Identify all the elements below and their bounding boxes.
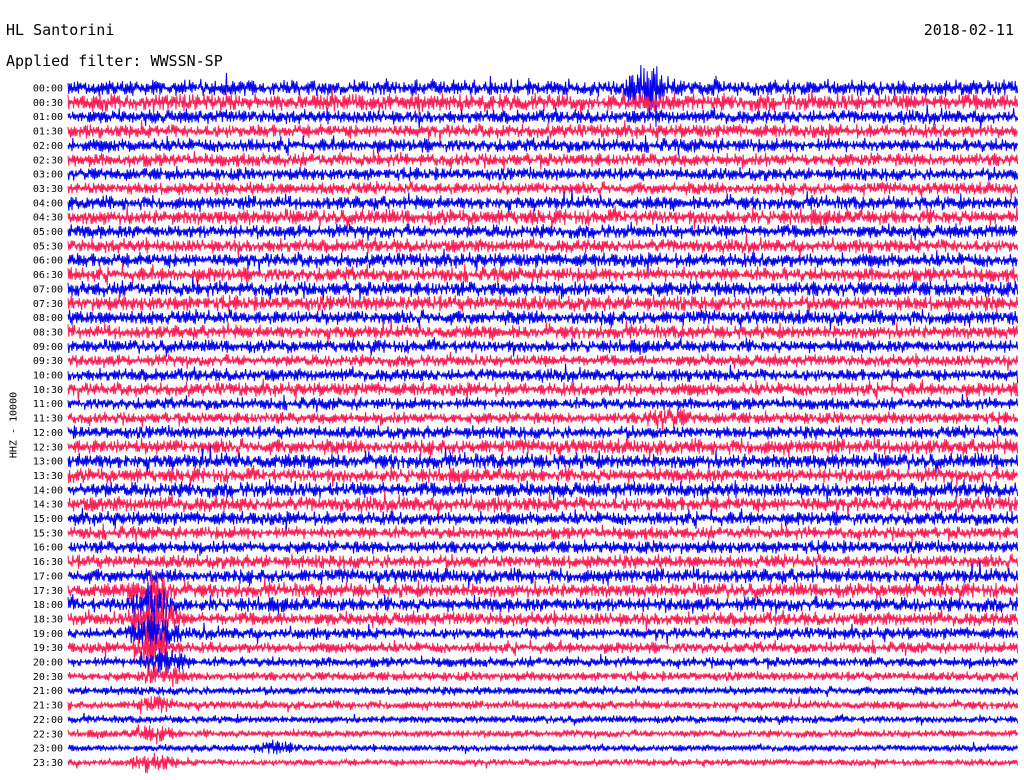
time-label-0500: 05:00 bbox=[33, 227, 63, 238]
time-label-0930: 09:30 bbox=[33, 356, 63, 367]
trace-0400 bbox=[67, 189, 1019, 216]
trace-1100 bbox=[67, 394, 1019, 413]
trace-1300 bbox=[67, 445, 1019, 476]
trace-1530 bbox=[67, 522, 1019, 543]
time-label-1330: 13:30 bbox=[33, 471, 63, 482]
time-label-1600: 16:00 bbox=[33, 543, 63, 554]
time-label-1430: 14:30 bbox=[33, 500, 63, 511]
time-label-0800: 08:00 bbox=[33, 313, 63, 324]
time-label-2300: 23:00 bbox=[33, 744, 63, 755]
trace-0230 bbox=[67, 148, 1019, 171]
trace-1430 bbox=[67, 490, 1019, 518]
trace-2130 bbox=[67, 695, 1019, 715]
time-label-1100: 11:00 bbox=[33, 399, 63, 410]
time-label-0100: 01:00 bbox=[33, 112, 63, 123]
time-label-2200: 22:00 bbox=[33, 715, 63, 726]
time-label-1000: 10:00 bbox=[33, 371, 63, 382]
time-label-0830: 08:30 bbox=[33, 327, 63, 338]
time-label-0530: 05:30 bbox=[33, 241, 63, 252]
trace-0730 bbox=[67, 294, 1019, 313]
trace-2030 bbox=[67, 664, 1019, 688]
time-label-2230: 22:30 bbox=[33, 729, 63, 740]
trace-1200 bbox=[67, 424, 1019, 440]
trace-0630 bbox=[67, 263, 1019, 286]
time-label-0700: 07:00 bbox=[33, 284, 63, 295]
trace-0500 bbox=[67, 221, 1018, 241]
trace-2200 bbox=[67, 712, 1019, 726]
time-label-0430: 04:30 bbox=[33, 213, 63, 224]
time-label-1930: 19:30 bbox=[33, 643, 63, 654]
time-label-0600: 06:00 bbox=[33, 256, 63, 267]
trace-0330 bbox=[67, 180, 1019, 200]
time-label-1630: 16:30 bbox=[33, 557, 63, 568]
time-label-0000: 00:00 bbox=[33, 84, 63, 95]
trace-0700 bbox=[67, 276, 1019, 301]
time-label-0900: 09:00 bbox=[33, 342, 63, 353]
time-label-1730: 17:30 bbox=[33, 586, 63, 597]
time-label-0630: 06:30 bbox=[33, 270, 63, 281]
trace-0130 bbox=[67, 120, 1019, 144]
time-label-1130: 11:30 bbox=[33, 414, 63, 425]
trace-0200 bbox=[67, 135, 1019, 156]
time-label-0230: 02:30 bbox=[33, 155, 63, 166]
trace-1630 bbox=[67, 553, 1019, 572]
time-label-0200: 02:00 bbox=[33, 141, 63, 152]
time-label-0130: 01:30 bbox=[33, 127, 63, 138]
time-label-0730: 07:30 bbox=[33, 299, 63, 310]
trace-2100 bbox=[67, 685, 1019, 697]
time-label-1400: 14:00 bbox=[33, 485, 63, 496]
trace-1400 bbox=[67, 478, 1019, 504]
time-label-1500: 15:00 bbox=[33, 514, 63, 525]
time-label-2030: 20:30 bbox=[33, 672, 63, 683]
trace-2330 bbox=[67, 752, 1019, 774]
time-label-1900: 19:00 bbox=[33, 629, 63, 640]
time-label-1700: 17:00 bbox=[33, 571, 63, 582]
time-label-0400: 04:00 bbox=[33, 198, 63, 209]
time-label-0330: 03:30 bbox=[33, 184, 63, 195]
time-label-1300: 13:00 bbox=[33, 457, 63, 468]
trace-0800 bbox=[67, 308, 1019, 331]
time-label-1800: 18:00 bbox=[33, 600, 63, 611]
time-label-1030: 10:30 bbox=[33, 385, 63, 396]
time-label-0300: 03:00 bbox=[33, 170, 63, 181]
trace-0930 bbox=[67, 352, 1019, 371]
time-label-1230: 12:30 bbox=[33, 442, 63, 453]
trace-2300 bbox=[67, 739, 1019, 755]
time-label-2330: 23:30 bbox=[33, 758, 63, 769]
trace-1600 bbox=[67, 539, 1019, 556]
trace-2230 bbox=[67, 724, 1019, 745]
time-label-2000: 20:00 bbox=[33, 658, 63, 669]
time-label-2130: 21:30 bbox=[33, 701, 63, 712]
time-label-1200: 12:00 bbox=[33, 428, 63, 439]
time-label-1830: 18:30 bbox=[33, 614, 63, 625]
time-label-2100: 21:00 bbox=[33, 686, 63, 697]
time-label-0030: 00:30 bbox=[33, 98, 63, 109]
trace-0300 bbox=[67, 166, 1019, 182]
trace-0900 bbox=[67, 337, 1019, 357]
trace-1500 bbox=[67, 507, 1019, 531]
helicorder-plot: 00:00 00:30 01:00 01:30 02:00 02:30 03:00 03:30… bbox=[33, 64, 1019, 774]
time-label-1530: 15:30 bbox=[33, 528, 63, 539]
